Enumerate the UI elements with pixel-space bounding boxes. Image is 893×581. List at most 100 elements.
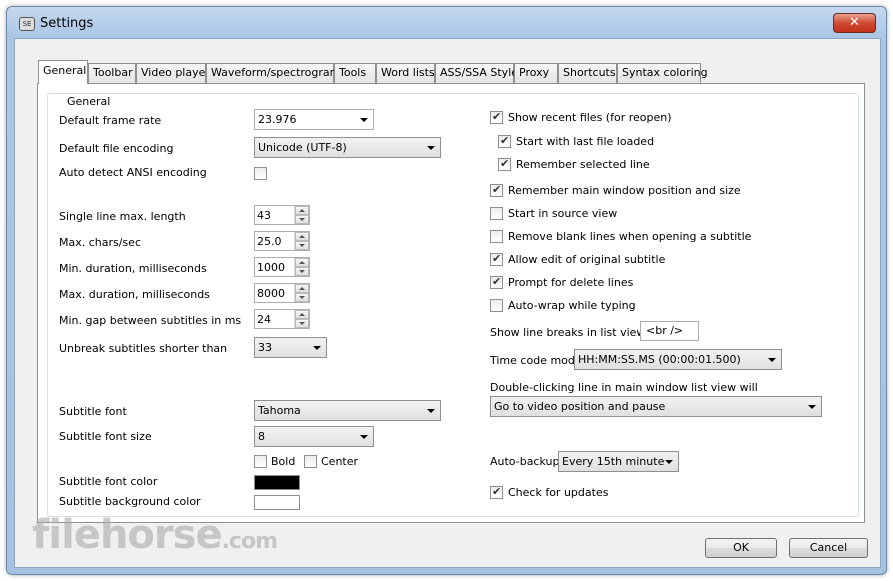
default-file-encoding-select[interactable]: Unicode (UTF-8) [254,137,441,158]
auto-detect-ansi-label: Auto detect ANSI encoding [59,166,207,179]
title-bar[interactable]: SE Settings ✕ [7,7,886,37]
line-breaks-input[interactable]: <br /> [640,321,699,341]
center-checkbox[interactable] [304,455,317,468]
subtitle-font-size-label: Subtitle font size [59,430,152,443]
bg-color-swatch[interactable] [254,495,300,510]
prompt-delete-checkbox[interactable] [490,275,503,289]
allow-edit-checkbox[interactable] [490,252,503,266]
max-duration-label: Max. duration, milliseconds [59,288,210,301]
prompt-delete-label: Prompt for delete lines [508,276,634,289]
ok-button[interactable]: OK [705,538,777,558]
spin-up-icon[interactable] [295,206,309,215]
allow-edit-label: Allow edit of original subtitle [508,253,666,266]
watermark-suffix: .com [221,529,278,554]
line-breaks-label: Show line breaks in list view as [490,326,662,339]
font-color-label: Subtitle font color [59,475,158,488]
auto-detect-ansi-checkbox[interactable] [254,167,267,180]
spin-down-icon[interactable] [295,293,309,302]
spin-up-icon[interactable] [295,284,309,293]
bold-label: Bold [271,455,296,468]
spin-down-icon[interactable] [295,319,309,328]
tab-general[interactable]: General [38,60,88,84]
min-gap-spinner[interactable]: 24 [254,309,310,329]
default-file-encoding-value: Unicode (UTF-8) [258,141,347,154]
general-group: General Default frame rate 23.976 Defaul… [47,93,859,517]
remember-window-label: Remember main window position and size [508,184,741,197]
min-duration-label: Min. duration, milliseconds [59,262,207,275]
min-gap-value: 24 [257,313,271,326]
spin-down-icon[interactable] [295,241,309,250]
tab-ass-ssa-style[interactable]: ASS/SSA Style [435,63,518,83]
tab-word-lists[interactable]: Word lists [376,63,435,83]
spin-down-icon[interactable] [295,215,309,224]
default-frame-rate-combo[interactable]: 23.976 [254,109,374,130]
max-duration-value: 8000 [257,287,285,300]
unbreak-value: 33 [258,341,272,354]
watermark-text: filehorse [32,512,223,558]
start-last-label: Start with last file loaded [516,135,655,148]
start-source-label: Start in source view [508,207,618,220]
bold-checkbox[interactable] [254,455,267,468]
subtitle-font-size-value: 8 [258,430,265,443]
default-frame-rate-value: 23.976 [258,113,297,126]
auto-backup-select[interactable]: Every 15th minute [558,451,679,472]
window-title: Settings [40,16,94,31]
dropdown-arrow-icon [427,409,435,413]
tab-waveform[interactable]: Waveform/spectrogram [206,63,340,83]
single-line-max-label: Single line max. length [59,210,186,223]
remove-blank-checkbox[interactable] [490,230,503,243]
time-code-mode-select[interactable]: HH:MM:SS.MS (00:00:01.500) [574,349,782,370]
bg-color-label: Subtitle background color [59,495,201,508]
double-click-select[interactable]: Go to video position and pause [490,396,822,417]
tab-shortcuts[interactable]: Shortcuts [558,63,617,83]
unbreak-label: Unbreak subtitles shorter than [59,342,228,355]
start-source-checkbox[interactable] [490,207,503,220]
tab-tools[interactable]: Tools [334,63,376,83]
auto-wrap-label: Auto-wrap while typing [508,299,636,312]
start-last-checkbox[interactable] [498,134,511,148]
subtitle-font-label: Subtitle font [59,405,127,418]
show-recent-checkbox[interactable] [490,110,503,124]
font-color-swatch[interactable] [254,475,300,490]
time-code-mode-value: HH:MM:SS.MS (00:00:01.500) [578,353,741,366]
tab-syntax-coloring[interactable]: Syntax coloring [617,63,708,83]
subtitle-font-value: Tahoma [258,404,301,417]
spin-down-icon[interactable] [295,267,309,276]
unbreak-select[interactable]: 33 [254,337,327,358]
dropdown-arrow-icon [768,358,776,362]
dropdown-arrow-icon[interactable] [360,118,368,122]
spin-up-icon[interactable] [295,310,309,319]
subtitle-font-select[interactable]: Tahoma [254,400,441,421]
remember-window-checkbox[interactable] [490,183,503,197]
dialog-body: General Toolbar Video player Waveform/sp… [14,38,881,568]
spin-up-icon[interactable] [295,258,309,267]
tab-proxy[interactable]: Proxy [514,63,558,83]
check-updates-checkbox[interactable] [490,485,503,499]
center-label: Center [321,455,359,468]
auto-wrap-checkbox[interactable] [490,299,503,312]
single-line-max-spinner[interactable]: 43 [254,205,310,225]
watermark-logo: filehorse.com [32,512,278,558]
tab-video-player[interactable]: Video player [136,63,210,83]
default-frame-rate-label: Default frame rate [59,114,162,127]
dropdown-arrow-icon [313,346,321,350]
min-duration-value: 1000 [257,261,285,274]
remove-blank-label: Remove blank lines when opening a subtit… [508,230,752,243]
default-file-encoding-label: Default file encoding [59,142,174,155]
remember-line-checkbox[interactable] [498,157,511,171]
max-chars-sec-spinner[interactable]: 25.0 [254,231,310,251]
group-title: General [64,95,114,108]
settings-window: SE Settings ✕ General Toolbar Video play… [6,6,887,575]
spin-up-icon[interactable] [295,232,309,241]
cancel-button[interactable]: Cancel [789,538,868,558]
double-click-label: Double-clicking line in main window list… [490,381,758,394]
close-button[interactable]: ✕ [833,13,876,33]
min-duration-spinner[interactable]: 1000 [254,257,310,277]
max-duration-spinner[interactable]: 8000 [254,283,310,303]
app-icon: SE [19,17,35,31]
tab-toolbar[interactable]: Toolbar [88,63,136,83]
show-recent-label: Show recent files (for reopen) [508,111,672,124]
subtitle-font-size-select[interactable]: 8 [254,426,374,447]
dropdown-arrow-icon [360,435,368,439]
double-click-value: Go to video position and pause [494,400,666,413]
